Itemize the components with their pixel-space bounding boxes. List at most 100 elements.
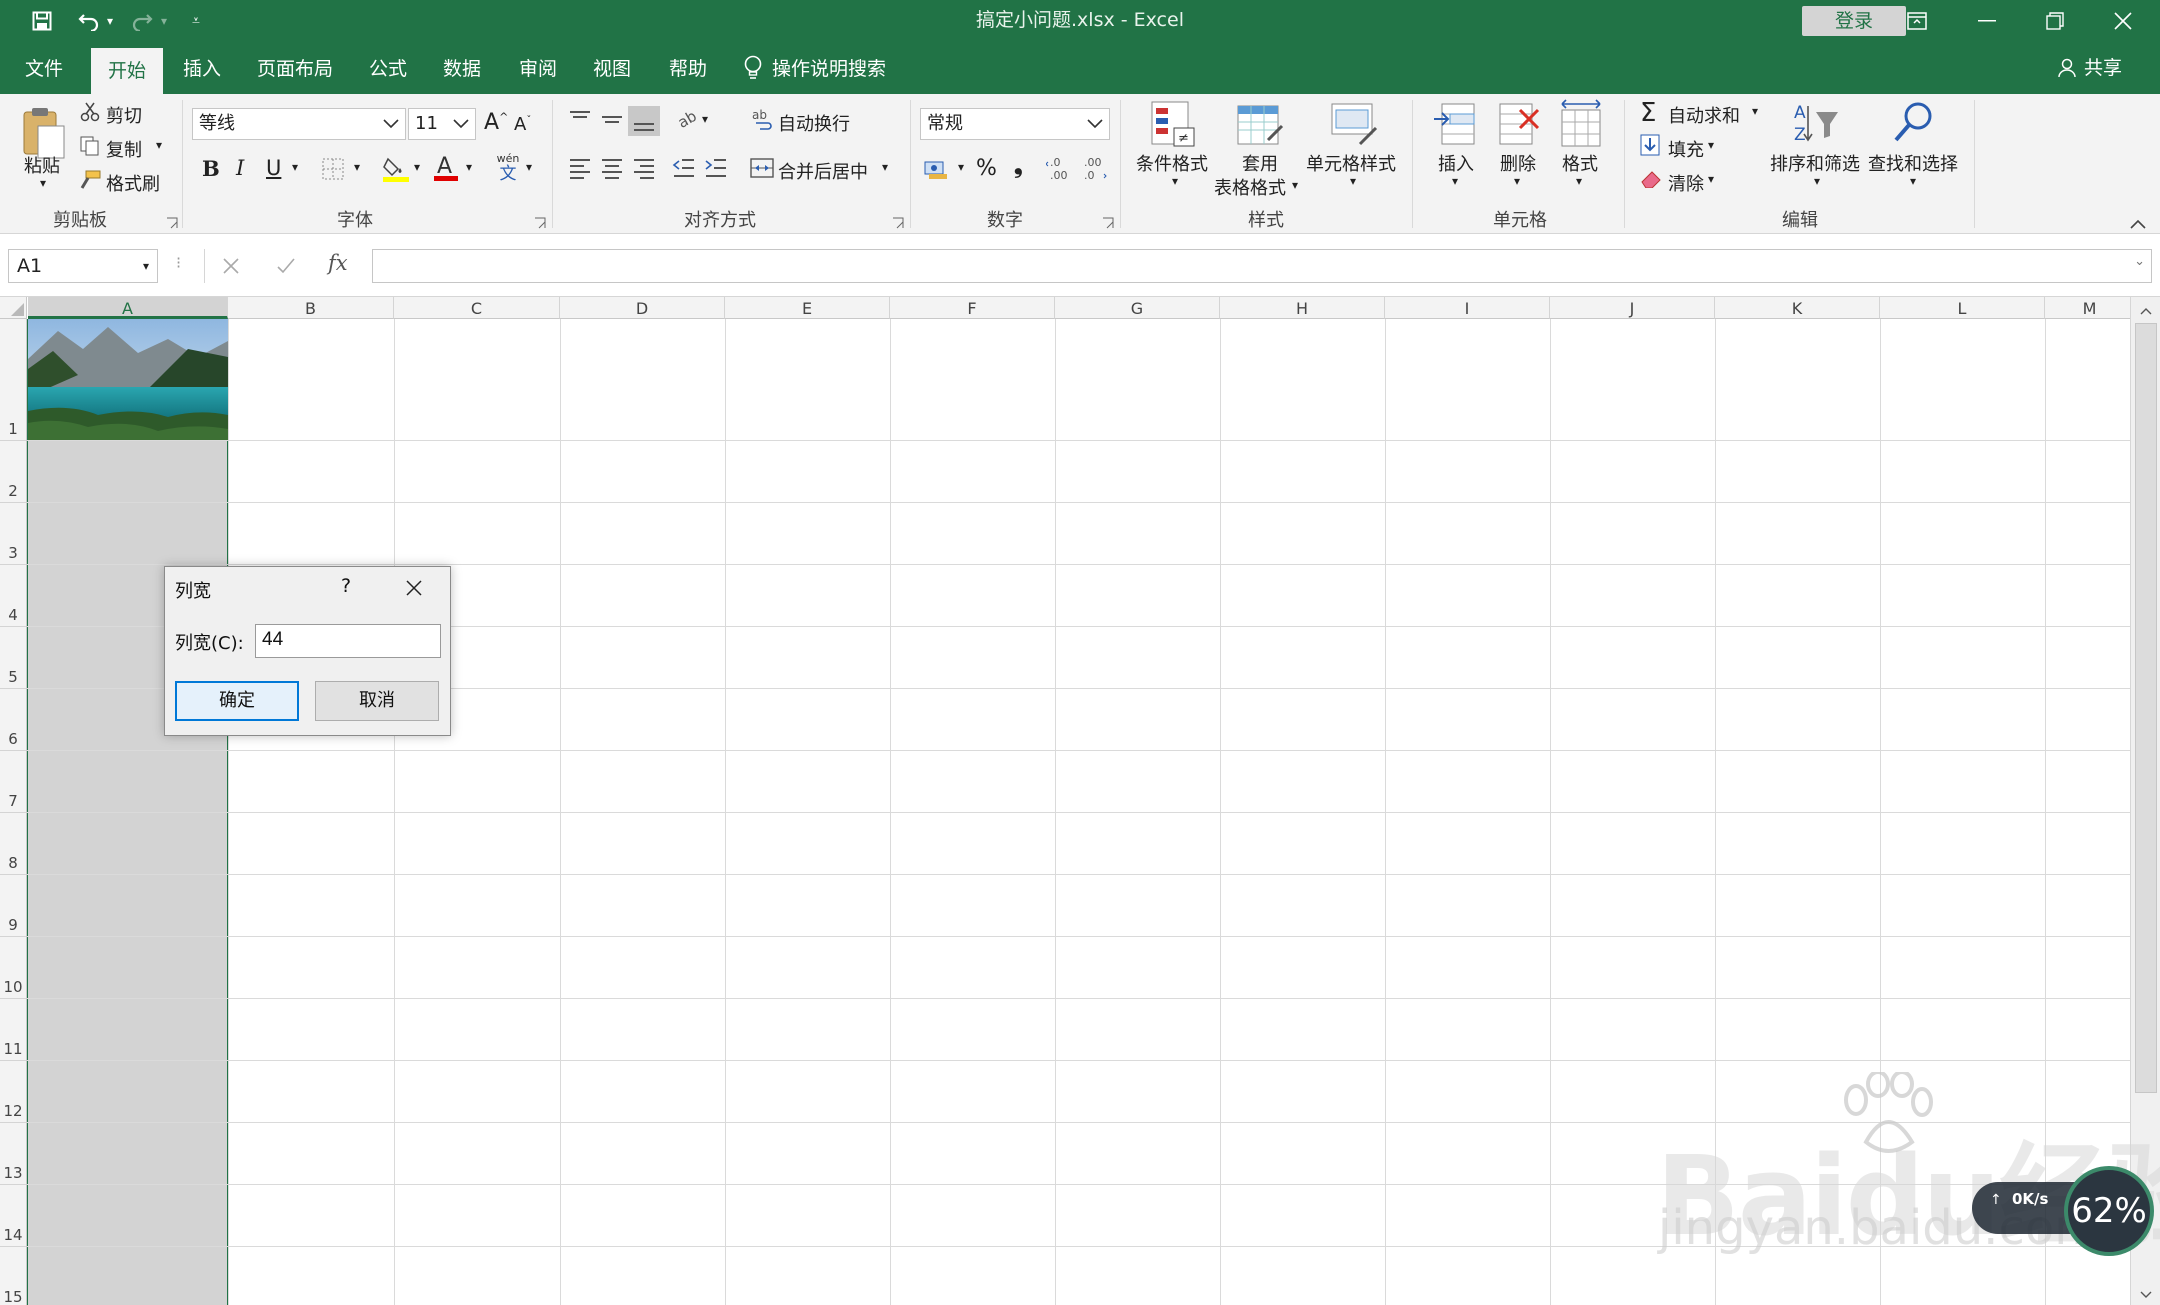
number-launcher-icon[interactable] [1102, 214, 1114, 229]
row-header-3[interactable]: 3 [0, 503, 27, 565]
borders-icon[interactable] [322, 158, 344, 184]
tab-file[interactable]: 文件 [10, 41, 78, 94]
autosum-dropdown-icon[interactable]: ▾ [1752, 104, 1758, 118]
name-box[interactable]: A1 ▾ [8, 249, 158, 283]
column-header-a[interactable]: A [28, 297, 228, 319]
insert-cells-button[interactable]: 插入 [1438, 150, 1474, 176]
formula-input[interactable]: ⌄ [372, 249, 2152, 283]
accounting-format-icon[interactable] [924, 158, 950, 184]
column-width-input[interactable]: 44 [255, 624, 441, 658]
scroll-thumb[interactable] [2135, 323, 2157, 1093]
font-size-select[interactable]: 11 [408, 108, 476, 140]
number-format-select[interactable]: 常规 [920, 108, 1110, 140]
row-header-10[interactable]: 10 [0, 937, 27, 999]
column-header-d[interactable]: D [560, 297, 725, 319]
format-table-dropdown-icon[interactable]: ▾ [1292, 178, 1298, 192]
row-header-5[interactable]: 5 [0, 627, 27, 689]
increase-decimal-icon[interactable]: .0.00 [1045, 154, 1074, 186]
font-color-dropdown-icon[interactable]: ▾ [466, 160, 472, 174]
row-header-14[interactable]: 14 [0, 1185, 27, 1247]
bold-button[interactable]: B [202, 156, 220, 181]
phonetic-dropdown-icon[interactable]: ▾ [526, 160, 532, 174]
cell-styles-icon[interactable] [1330, 100, 1378, 154]
dialog-close-icon[interactable] [401, 575, 427, 601]
find-select-button[interactable]: 查找和选择 [1868, 150, 1958, 176]
underline-button[interactable]: U [266, 156, 281, 180]
comma-button[interactable]: ❟ [1014, 154, 1023, 179]
restore-icon[interactable] [2022, 0, 2088, 41]
autosum-button[interactable]: 自动求和 [1668, 102, 1740, 128]
tab-page-layout[interactable]: 页面布局 [250, 41, 340, 94]
tab-insert[interactable]: 插入 [168, 41, 236, 94]
format-as-table-line1[interactable]: 套用 [1242, 150, 1278, 176]
font-color-icon[interactable]: A [432, 154, 460, 186]
confirm-entry-icon[interactable] [276, 257, 296, 279]
share-button[interactable]: 共享 [2058, 41, 2122, 94]
row-header-6[interactable]: 6 [0, 689, 27, 751]
minimize-icon[interactable] [1954, 0, 2020, 41]
expand-formula-icon[interactable]: ⌄ [2134, 254, 2145, 269]
decrease-font-icon[interactable]: Aˇ [514, 114, 531, 135]
cell-styles-button[interactable]: 单元格样式 [1306, 150, 1396, 176]
find-dropdown-icon[interactable]: ▾ [1910, 174, 1916, 188]
landscape-picture[interactable] [28, 319, 228, 441]
close-icon[interactable] [2090, 0, 2156, 41]
cancel-entry-icon[interactable] [222, 257, 240, 279]
paste-dropdown-icon[interactable]: ▾ [40, 176, 46, 190]
copy-dropdown-icon[interactable]: ▾ [156, 138, 162, 152]
scroll-down-icon[interactable] [2140, 1291, 2152, 1299]
column-header-b[interactable]: B [228, 297, 394, 319]
format-dropdown-icon[interactable]: ▾ [1576, 174, 1582, 188]
merge-dropdown-icon[interactable]: ▾ [882, 160, 888, 174]
column-header-i[interactable]: I [1385, 297, 1550, 319]
sort-filter-button[interactable]: 排序和筛选 [1770, 150, 1860, 176]
format-cells-button[interactable]: 格式 [1562, 150, 1598, 176]
alignment-launcher-icon[interactable] [892, 214, 904, 229]
tab-help[interactable]: 帮助 [654, 41, 722, 94]
column-header-m[interactable]: M [2045, 297, 2135, 319]
paste-label[interactable]: 粘贴 [24, 152, 60, 178]
align-bottom-icon[interactable] [628, 106, 660, 136]
column-header-g[interactable]: G [1055, 297, 1220, 319]
copy-button[interactable]: 复制 [106, 136, 142, 162]
row-header-7[interactable]: 7 [0, 751, 27, 813]
increase-indent-icon[interactable] [704, 156, 728, 184]
row-header-4[interactable]: 4 [0, 565, 27, 627]
insert-function-button[interactable]: fx [328, 251, 348, 275]
row-header-2[interactable]: 2 [0, 441, 27, 503]
cell-styles-dropdown-icon[interactable]: ▾ [1350, 174, 1356, 188]
percent-button[interactable]: % [976, 156, 997, 181]
fill-dropdown-icon[interactable]: ▾ [1708, 138, 1714, 152]
align-center-icon[interactable] [600, 156, 624, 184]
fill-button[interactable]: 填充 [1668, 136, 1704, 162]
clipboard-launcher-icon[interactable] [166, 214, 178, 229]
align-top-icon[interactable] [568, 108, 592, 134]
cancel-button[interactable]: 取消 [315, 681, 439, 721]
row-header-1[interactable]: 1 [0, 319, 27, 441]
column-header-e[interactable]: E [725, 297, 890, 319]
select-all-button[interactable] [0, 297, 27, 319]
delete-dropdown-icon[interactable]: ▾ [1514, 174, 1520, 188]
font-name-select[interactable]: 等线 [192, 108, 406, 140]
insert-cells-icon[interactable] [1432, 100, 1478, 154]
align-left-icon[interactable] [568, 156, 592, 184]
column-header-h[interactable]: H [1220, 297, 1385, 319]
conditional-formatting-icon[interactable]: ≠ [1150, 100, 1196, 154]
tab-review[interactable]: 审阅 [504, 41, 572, 94]
fill-color-dropdown-icon[interactable]: ▾ [414, 160, 420, 174]
align-right-icon[interactable] [632, 156, 656, 184]
name-box-dropdown-icon[interactable]: ▾ [143, 250, 149, 282]
conditional-formatting-button[interactable]: 条件格式 [1136, 150, 1208, 176]
row-header-11[interactable]: 11 [0, 999, 27, 1061]
tell-me-search[interactable]: 操作说明搜索 [744, 41, 912, 94]
phonetic-icon[interactable]: wén 文 [494, 152, 522, 186]
wrap-text-button[interactable]: 自动换行 [778, 110, 850, 136]
row-header-12[interactable]: 12 [0, 1061, 27, 1123]
borders-dropdown-icon[interactable]: ▾ [354, 160, 360, 174]
tab-view[interactable]: 视图 [578, 41, 646, 94]
row-header-8[interactable]: 8 [0, 813, 27, 875]
format-painter-button[interactable]: 格式刷 [106, 170, 160, 196]
decrease-indent-icon[interactable] [672, 156, 696, 184]
italic-button[interactable]: I [236, 156, 244, 180]
row-header-9[interactable]: 9 [0, 875, 27, 937]
